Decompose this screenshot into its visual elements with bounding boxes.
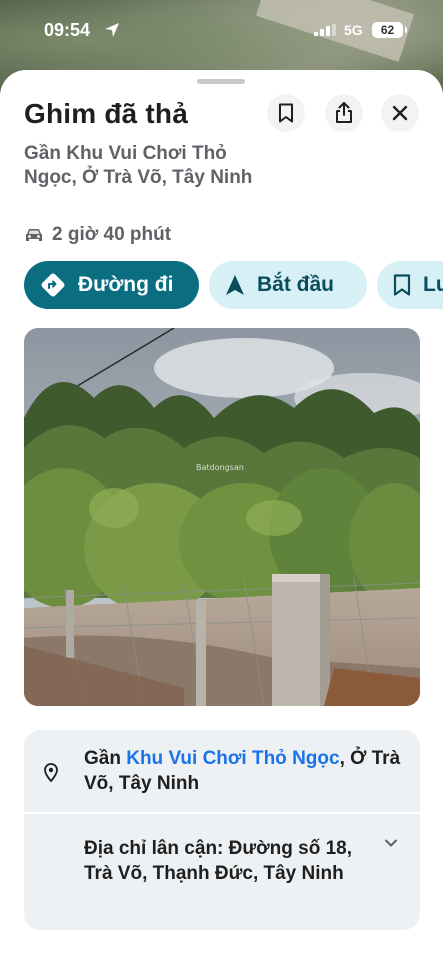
photo-watermark: Batdongsan: [196, 463, 244, 472]
place-title: Ghim đã thả: [24, 98, 188, 129]
chevron-down-icon[interactable]: [384, 838, 398, 848]
status-time: 09:54: [44, 20, 91, 40]
near-location-text: Gần Khu Vui Chơi Thỏ Ngọc, Ở Trà Võ, Tây…: [84, 746, 404, 796]
battery-indicator: 62: [372, 22, 403, 38]
close-button[interactable]: [381, 94, 419, 132]
place-sheet: Ghim đã thả Gần Khu Vui Chơi Thỏ Ngọc, Ở…: [0, 70, 443, 960]
place-subtitle: Gần Khu Vui Chơi Thỏ Ngọc, Ở Trà Võ, Tây…: [24, 143, 253, 188]
nearby-address-text: Địa chỉ lân cận: Đường số 18, Trà Võ, Th…: [84, 838, 352, 884]
near-place-link[interactable]: Khu Vui Chơi Thỏ Ngọc: [126, 748, 339, 769]
battery-tip: [405, 27, 407, 33]
network-type: 5G: [344, 22, 363, 38]
place-photo[interactable]: Batdongsan: [24, 328, 420, 706]
directions-button[interactable]: Đường đi: [24, 261, 199, 309]
directions-label: Đường đi: [78, 273, 174, 296]
location-pin-icon: [44, 763, 58, 782]
start-button[interactable]: Bắt đầu: [209, 261, 367, 309]
bookmark-icon: [393, 274, 411, 296]
car-icon: [26, 229, 42, 241]
status-bar: 09:54 5G 62: [0, 0, 443, 62]
save-label: Lưu: [423, 273, 443, 296]
street-view-image: Batdongsan: [24, 328, 420, 706]
drive-time-text: 2 giờ 40 phút: [52, 224, 172, 245]
directions-icon: [41, 273, 65, 297]
near-location-row[interactable]: Gần Khu Vui Chơi Thỏ Ngọc, Ở Trà Võ, Tây…: [24, 730, 420, 814]
action-buttons: Đường đi Bắt đầu Lưu: [24, 261, 443, 309]
near-prefix: Gần: [84, 748, 127, 769]
share-button[interactable]: [325, 94, 363, 132]
save-button[interactable]: Lưu: [377, 261, 443, 309]
sheet-grabber[interactable]: [197, 79, 245, 84]
signal-icon: [314, 24, 336, 36]
save-icon-button[interactable]: [267, 94, 305, 132]
location-arrow-icon: [105, 23, 119, 37]
bookmark-icon: [279, 103, 293, 123]
navigation-arrow-icon: [226, 275, 244, 295]
share-icon: [336, 102, 352, 123]
start-label: Bắt đầu: [257, 273, 335, 296]
close-icon: [392, 105, 408, 121]
drive-time: 2 giờ 40 phút: [24, 224, 171, 246]
place-info-card: Gần Khu Vui Chơi Thỏ Ngọc, Ở Trà Võ, Tây…: [24, 730, 420, 930]
